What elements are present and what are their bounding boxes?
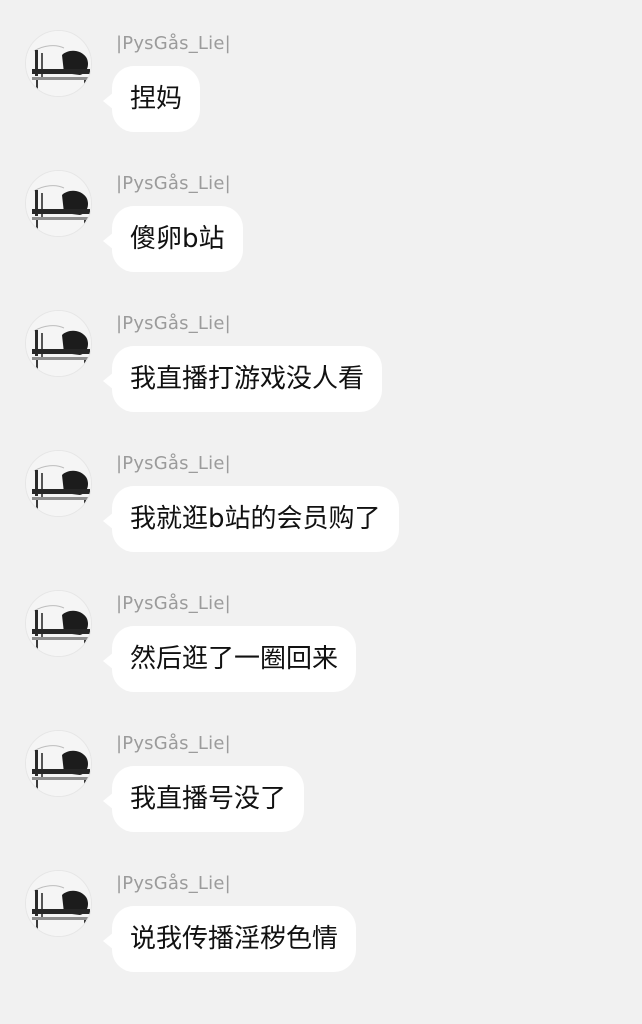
avatar[interactable]	[25, 30, 92, 97]
message-text: 捏妈	[130, 84, 183, 114]
sender-name: |PysGås_Lie|	[116, 593, 231, 614]
avatar-photo-icon	[26, 871, 91, 936]
chat-message-list: |PysGås_Lie| 捏妈 |PysGås_Lie| 傻卵b站 |PysGå…	[0, 0, 642, 1024]
sender-name: |PysGås_Lie|	[116, 33, 231, 54]
avatar-photo-icon	[26, 311, 91, 376]
avatar[interactable]	[25, 870, 92, 937]
sender-name: |PysGås_Lie|	[116, 173, 231, 194]
message-text: 我就逛b站的会员购了	[130, 504, 381, 534]
sender-name: |PysGås_Lie|	[116, 453, 231, 474]
message-bubble[interactable]: 我直播号没了	[102, 766, 305, 832]
chat-message: |PysGås_Lie| 我就逛b站的会员购了	[0, 450, 642, 570]
avatar-photo-icon	[26, 171, 91, 236]
avatar-photo-icon	[26, 31, 91, 96]
message-text: 我直播号没了	[130, 784, 287, 814]
message-text: 说我传播淫秽色情	[130, 924, 339, 954]
message-text: 然后逛了一圈回来	[130, 644, 339, 674]
chat-message: |PysGås_Lie| 我直播打游戏没人看	[0, 310, 642, 430]
chat-message: |PysGås_Lie| 我直播号没了	[0, 730, 642, 850]
chat-message: |PysGås_Lie| 说我传播淫秽色情	[0, 870, 642, 990]
sender-name: |PysGås_Lie|	[116, 733, 231, 754]
sender-name: |PysGås_Lie|	[116, 313, 231, 334]
message-bubble[interactable]: 然后逛了一圈回来	[102, 626, 357, 692]
avatar[interactable]	[25, 170, 92, 237]
avatar[interactable]	[25, 310, 92, 377]
avatar-photo-icon	[26, 591, 91, 656]
message-bubble[interactable]: 我就逛b站的会员购了	[103, 486, 399, 552]
message-bubble[interactable]: 我直播打游戏没人看	[102, 346, 383, 412]
chat-message: |PysGås_Lie| 然后逛了一圈回来	[0, 590, 642, 710]
message-text: 傻卵b站	[130, 224, 225, 254]
avatar[interactable]	[25, 450, 92, 517]
message-bubble[interactable]: 傻卵b站	[103, 206, 243, 272]
chat-message: |PysGås_Lie| 傻卵b站	[0, 170, 642, 290]
message-bubble[interactable]: 说我传播淫秽色情	[102, 906, 357, 972]
message-text: 我直播打游戏没人看	[130, 364, 365, 394]
chat-message: |PysGås_Lie| 捏妈	[0, 30, 642, 150]
message-bubble[interactable]: 捏妈	[102, 66, 201, 132]
avatar-photo-icon	[26, 731, 91, 796]
avatar[interactable]	[25, 590, 92, 657]
sender-name: |PysGås_Lie|	[116, 873, 231, 894]
avatar-photo-icon	[26, 451, 91, 516]
avatar[interactable]	[25, 730, 92, 797]
